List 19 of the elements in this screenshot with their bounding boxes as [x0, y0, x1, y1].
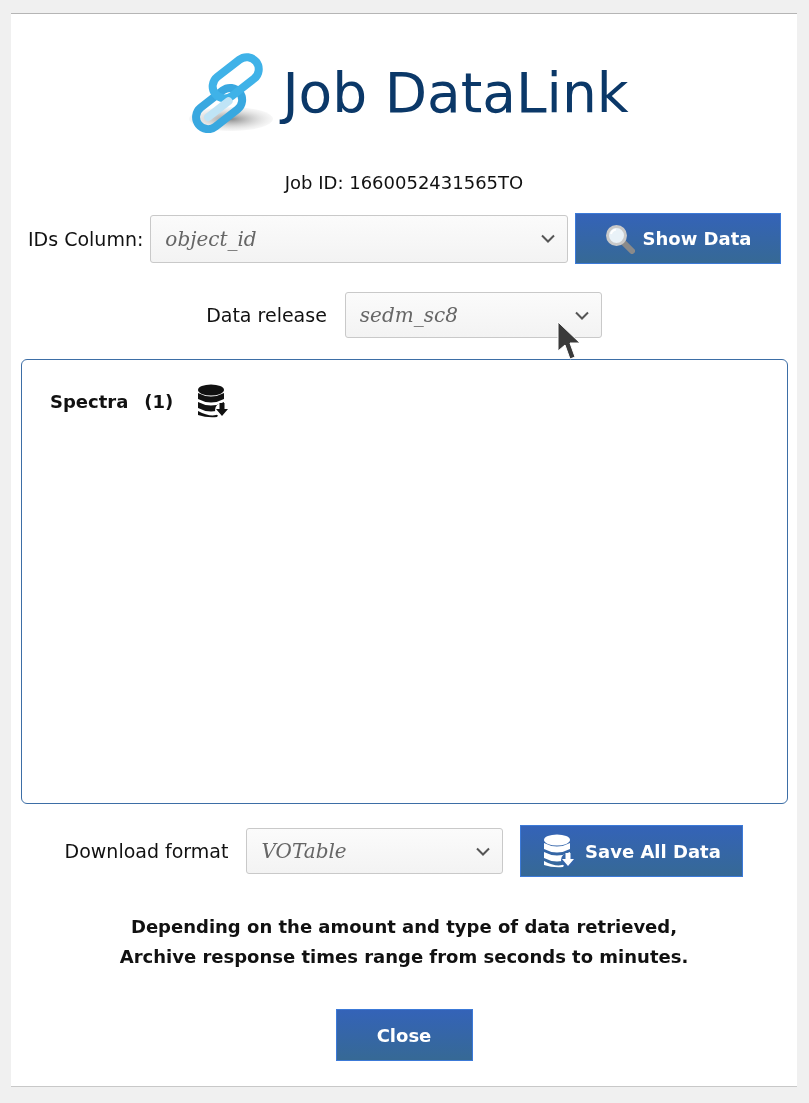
result-name: Spectra — [50, 390, 129, 414]
chevron-down-icon — [574, 310, 589, 320]
chevron-down-icon — [476, 846, 491, 856]
notice-text: Depending on the amount and type of data retrieved, Archive response times range from seconds to minutes. — [119, 915, 689, 969]
job-id-text: Job ID: 1660052431565TO — [284, 171, 524, 195]
close-button[interactable]: Close — [335, 1009, 473, 1061]
data-release-select[interactable]: sedm_sc8 — [344, 292, 602, 338]
search-icon — [604, 223, 635, 254]
show-data-button[interactable]: Show Data — [575, 213, 781, 264]
ids-column-select[interactable]: object_id — [150, 214, 568, 263]
data-release-label: Data release — [206, 303, 327, 328]
download-format-label: Download format — [64, 839, 229, 864]
database-download-icon — [543, 834, 576, 868]
download-format-select[interactable]: VOTable — [246, 828, 504, 874]
ids-column-label: IDs Column: — [28, 226, 144, 252]
database-download-icon[interactable] — [197, 384, 230, 418]
save-all-data-button[interactable]: Save All Data — [520, 825, 744, 877]
chevron-down-icon — [541, 234, 555, 243]
result-count: (1) — [144, 390, 174, 414]
